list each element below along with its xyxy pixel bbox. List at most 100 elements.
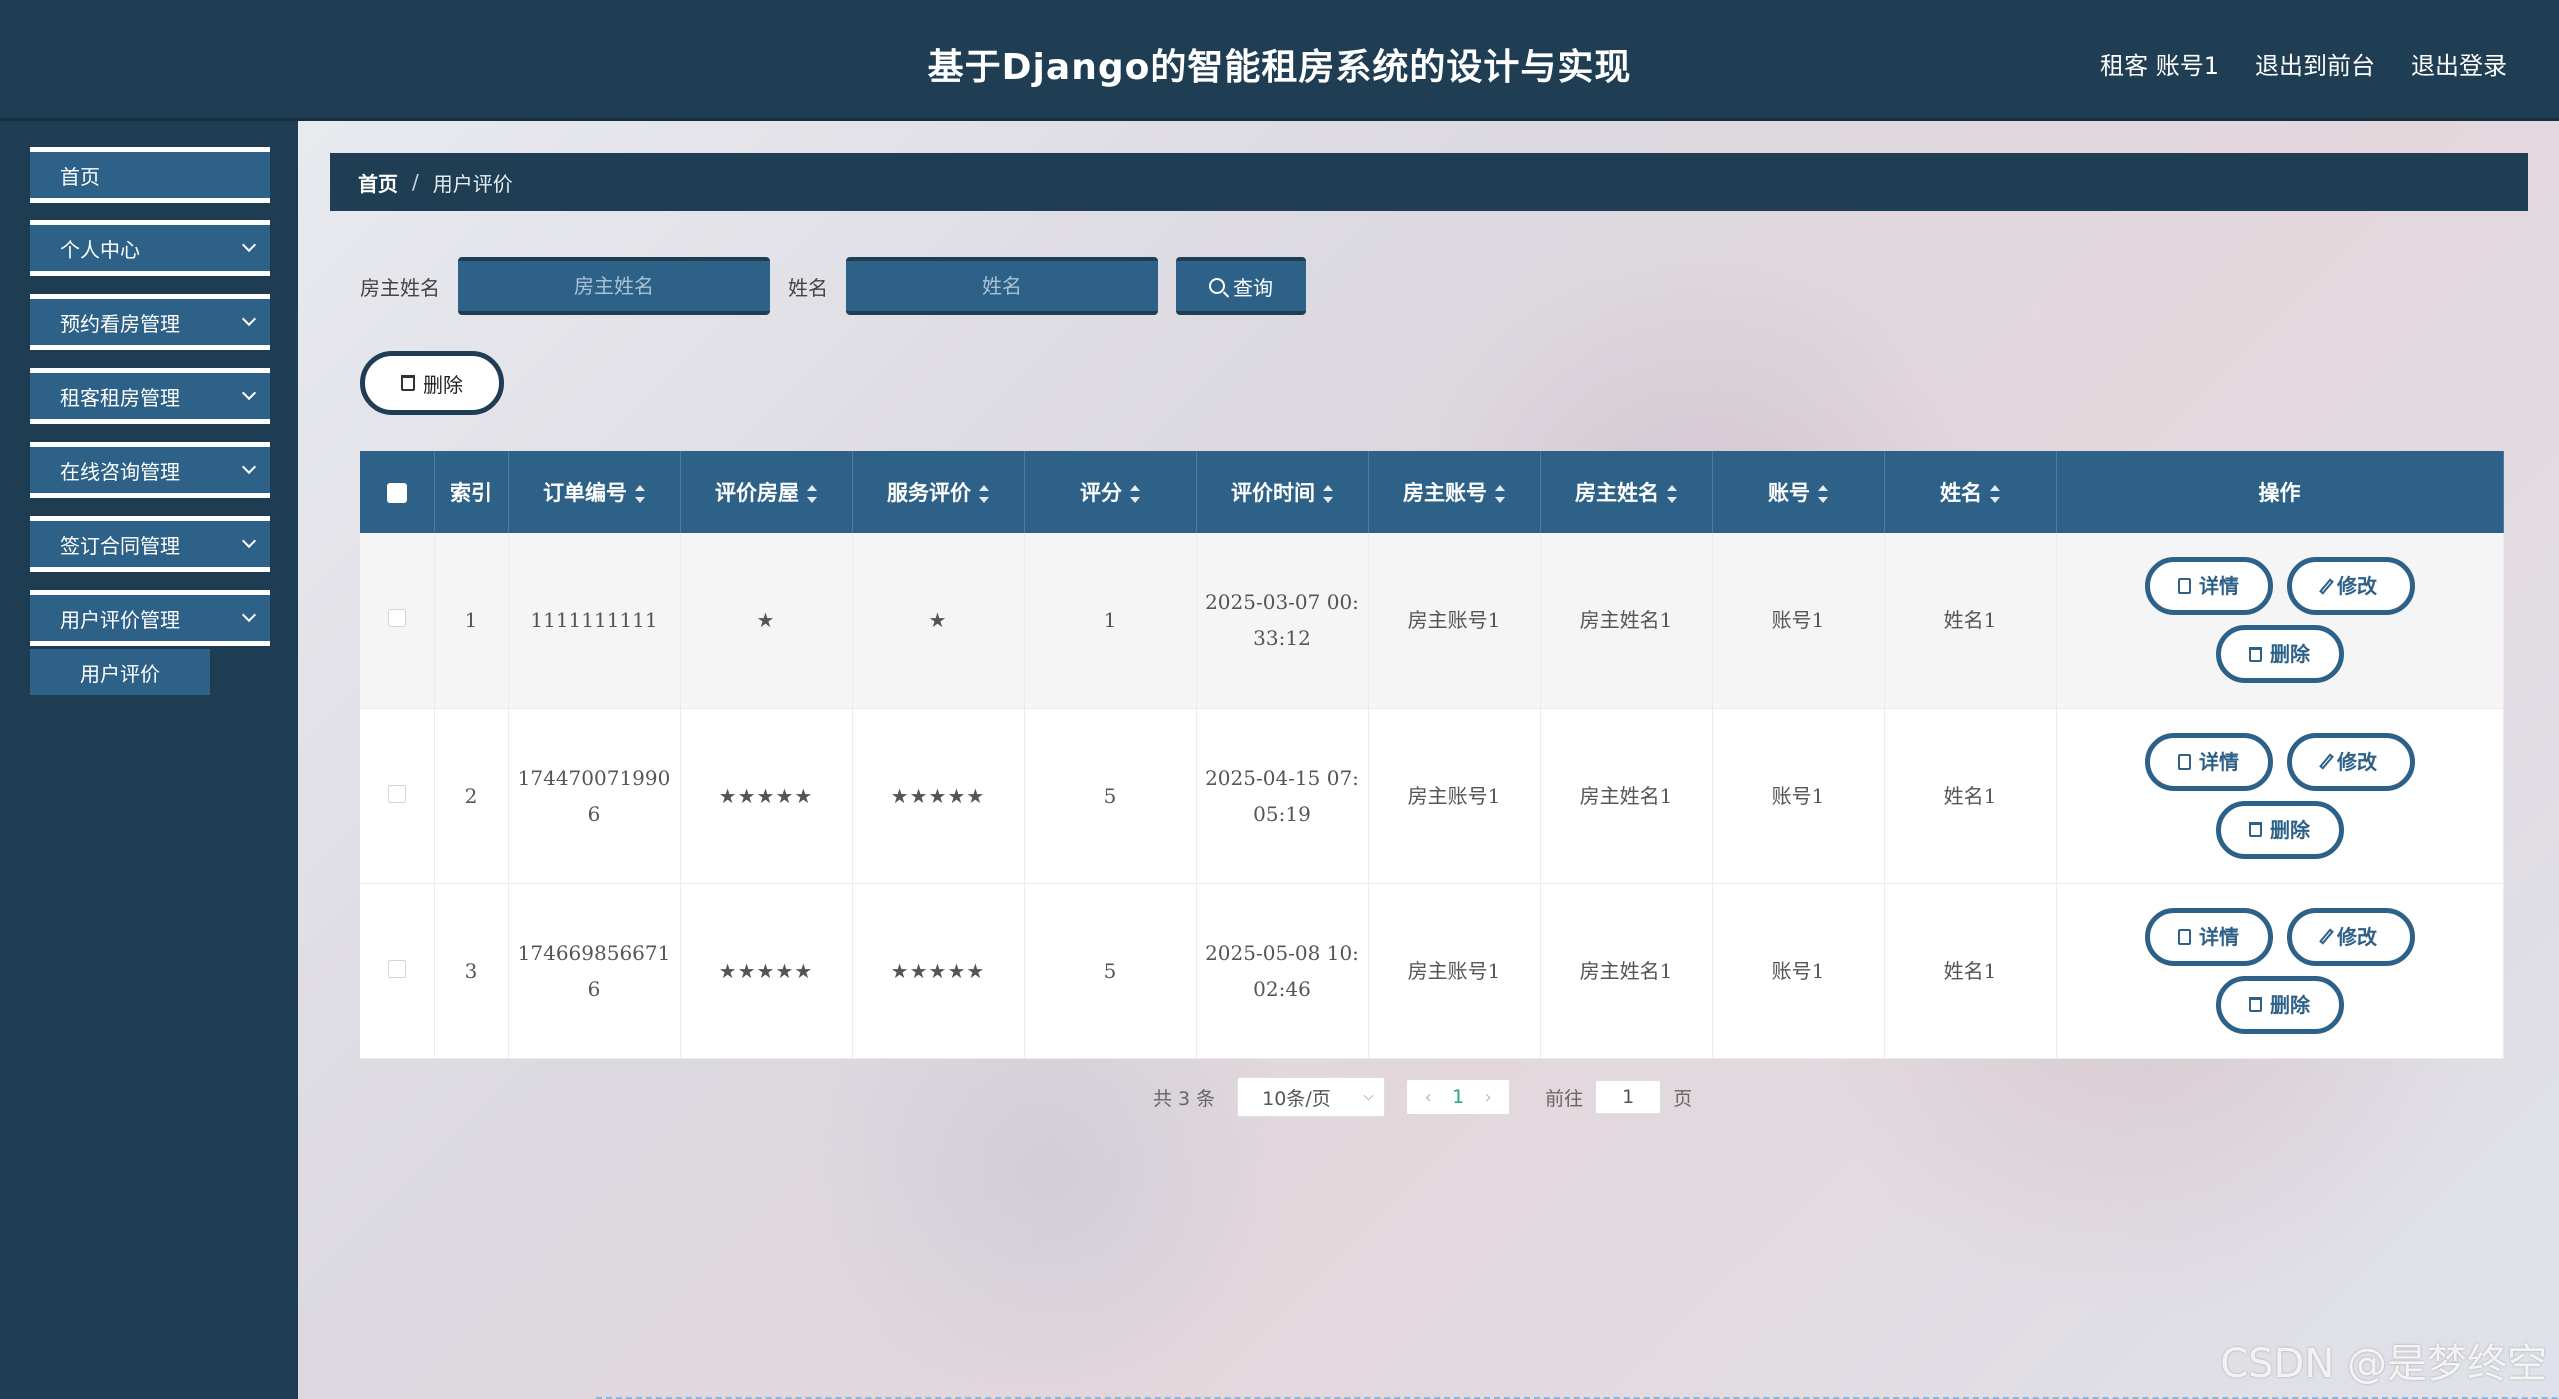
detail-button[interactable]: 详情 [2144, 557, 2273, 616]
cell-index: 3 [434, 883, 509, 1059]
chevron-down-icon [241, 237, 257, 253]
sidebar-item-label: 首页 [60, 164, 100, 189]
column-header[interactable]: 房主账号 [1368, 451, 1541, 533]
breadcrumb-current: 用户评价 [432, 171, 513, 196]
pencil-icon [2319, 928, 2334, 945]
chevron-down-icon [241, 607, 257, 623]
next-page-button[interactable]: › [1473, 1087, 1503, 1108]
edit-button[interactable]: 修改 [2286, 732, 2415, 791]
cell-score: 1 [1024, 533, 1197, 709]
sort-icon[interactable] [807, 484, 817, 504]
sort-icon[interactable] [1990, 484, 2000, 504]
sidebar-item-user-reviews[interactable]: 用户评价管理 [30, 590, 270, 646]
owner-name-input[interactable] [458, 257, 770, 315]
sidebar-item-personal-center[interactable]: 个人中心 [30, 220, 270, 276]
name-label: 姓名 [788, 275, 828, 300]
sort-icon[interactable] [1818, 484, 1828, 504]
breadcrumb-home[interactable]: 首页 [358, 168, 398, 197]
sort-icon[interactable] [1495, 484, 1505, 504]
logout-link[interactable]: 退出登录 [2411, 46, 2507, 81]
sort-icon[interactable] [1667, 484, 1677, 504]
name-input[interactable] [846, 257, 1158, 315]
sidebar: 首页 个人中心 预约看房管理 租客租房管理 在线咨询管理 签订合同管理 用户评价… [0, 121, 298, 1399]
row-checkbox[interactable] [387, 784, 406, 803]
row-checkbox[interactable] [387, 959, 406, 978]
column-header[interactable]: 评价时间 [1196, 451, 1369, 533]
sidebar-item-label: 预约看房管理 [60, 311, 180, 336]
table-row: 1 1111111111 ★ ★ 1 2025-03-07 00:33:12 房… [360, 533, 2504, 709]
column-header[interactable]: 姓名 [1884, 451, 2057, 533]
page-nav: ‹ 1 › [1407, 1080, 1510, 1114]
detail-button[interactable]: 详情 [2144, 732, 2273, 791]
cell-house-rating: ★★★★★ [680, 708, 853, 884]
row-checkbox[interactable] [387, 609, 406, 628]
edit-button[interactable]: 修改 [2286, 907, 2415, 966]
column-header[interactable]: 评分 [1024, 451, 1197, 533]
page-size-value: 10条/页 [1262, 1087, 1331, 1110]
cell-actions: 详情 修改 删除 [2056, 533, 2504, 709]
front-page-link[interactable]: 退出到前台 [2255, 46, 2375, 81]
sort-icon[interactable] [635, 484, 645, 504]
cell-account: 账号1 [1712, 708, 1885, 884]
sidebar-item-contracts[interactable]: 签订合同管理 [30, 516, 270, 572]
goto-page-input[interactable] [1595, 1080, 1662, 1114]
cell-service-rating: ★★★★★ [852, 708, 1025, 884]
cell-house-rating: ★ [680, 533, 853, 709]
submenu-item-user-review[interactable]: 用户评价 [30, 649, 210, 695]
cell-name: 姓名1 [1884, 883, 2057, 1059]
sort-icon[interactable] [1130, 484, 1140, 504]
current-user: 租客 账号1 [2100, 52, 2219, 80]
sidebar-item-viewing-appointments[interactable]: 预约看房管理 [30, 294, 270, 350]
chevron-down-icon [241, 311, 257, 327]
sidebar-item-label: 签订合同管理 [60, 533, 180, 558]
sort-icon[interactable] [1323, 484, 1333, 504]
chevron-down-icon [241, 533, 257, 549]
goto-label: 前往 [1545, 1087, 1584, 1110]
cell-index: 2 [434, 708, 509, 884]
query-button[interactable]: 查询 [1176, 257, 1306, 315]
column-header[interactable]: 评价房屋 [680, 451, 853, 533]
cell-name: 姓名1 [1884, 533, 2057, 709]
sidebar-item-home[interactable]: 首页 [30, 147, 270, 203]
cell-house-rating: ★★★★★ [680, 883, 853, 1059]
column-header[interactable]: 账号 [1712, 451, 1885, 533]
watermark: CSDN @是梦终空 [2220, 1341, 2547, 1387]
cell-score: 5 [1024, 708, 1197, 884]
sidebar-item-online-consulting[interactable]: 在线咨询管理 [30, 442, 270, 498]
delete-button[interactable]: 删除 [2215, 975, 2344, 1034]
cell-actions: 详情 修改 删除 [2056, 883, 2504, 1059]
table-header-row: 索引 订单编号 评价房屋 服务评价 评分 评价时间 房主账号 房主姓名 账号 姓… [360, 451, 2504, 533]
detail-button[interactable]: 详情 [2144, 907, 2273, 966]
table-row: 2 1744700719906 ★★★★★ ★★★★★ 5 2025-04-15… [360, 708, 2504, 884]
top-header: 基于Django的智能租房系统的设计与实现 租客 账号1 退出到前台 退出登录 [0, 0, 2559, 121]
prev-page-button[interactable]: ‹ [1413, 1087, 1443, 1108]
column-header[interactable]: 订单编号 [508, 451, 681, 533]
sort-icon[interactable] [979, 484, 989, 504]
select-all-cell[interactable] [360, 451, 435, 533]
delete-button[interactable]: 删除 [2215, 625, 2344, 684]
delete-button[interactable]: 删除 [2215, 800, 2344, 859]
column-header[interactable]: 房主姓名 [1540, 451, 1713, 533]
bulk-delete-button[interactable]: 删除 [360, 351, 504, 415]
chevron-down-icon [1363, 1090, 1374, 1100]
sidebar-item-tenant-rentals[interactable]: 租客租房管理 [30, 368, 270, 424]
select-all-checkbox[interactable] [386, 483, 407, 503]
cell-order-no: 1744700719906 [508, 708, 681, 884]
cell-time: 2025-05-08 10:02:46 [1196, 883, 1369, 1059]
page-number[interactable]: 1 [1443, 1086, 1473, 1108]
page-suffix: 页 [1673, 1087, 1693, 1110]
document-icon [2178, 753, 2191, 770]
edit-button[interactable]: 修改 [2286, 557, 2415, 616]
column-header[interactable]: 服务评价 [852, 451, 1025, 533]
cell-owner-account: 房主账号1 [1368, 708, 1541, 884]
chevron-down-icon [241, 459, 257, 475]
cell-owner-account: 房主账号1 [1368, 883, 1541, 1059]
table-row: 3 1746698566716 ★★★★★ ★★★★★ 5 2025-05-08… [360, 883, 2504, 1059]
cell-index: 1 [434, 533, 509, 709]
cell-time: 2025-04-15 07:05:19 [1196, 708, 1369, 884]
page-size-select[interactable]: 10条/页 [1237, 1077, 1386, 1117]
pencil-icon [2319, 578, 2334, 595]
breadcrumb: 首页 / 用户评价 [330, 153, 2528, 211]
cell-owner-name: 房主姓名1 [1540, 883, 1713, 1059]
owner-name-label: 房主姓名 [360, 275, 440, 300]
